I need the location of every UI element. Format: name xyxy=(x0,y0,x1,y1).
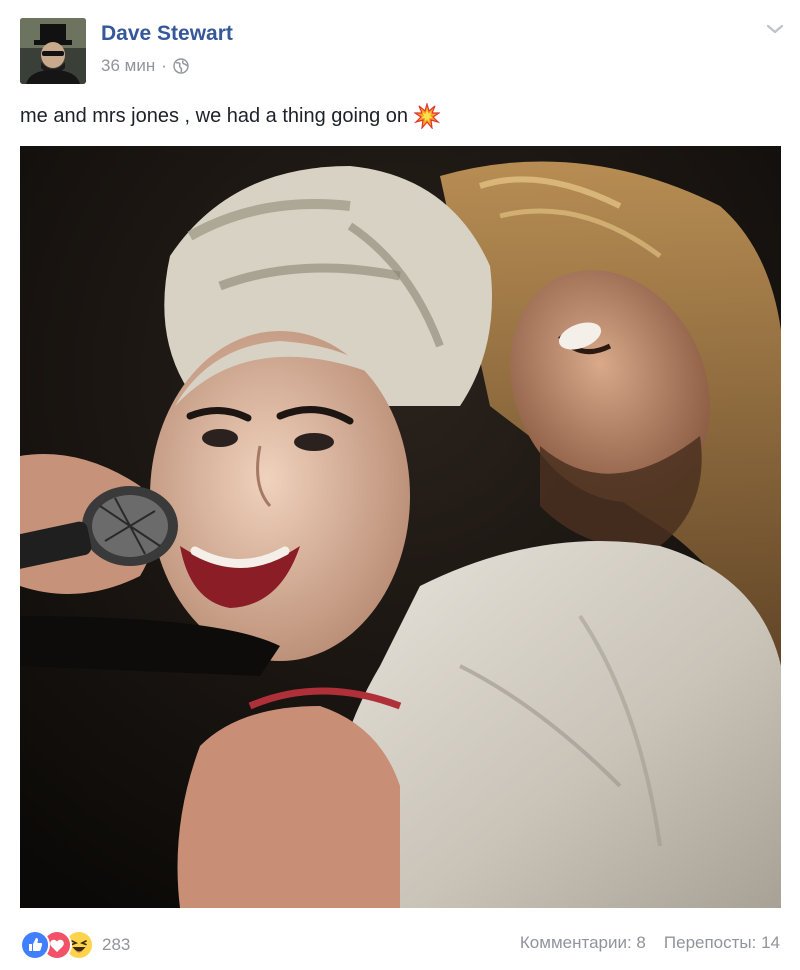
caption-text: me and mrs jones , we had a thing going … xyxy=(20,104,409,127)
reactions-summary[interactable]: 283 xyxy=(20,930,130,960)
meta-separator: · xyxy=(161,56,167,75)
post-stats: Комментарии: 8 Перепосты: 14 xyxy=(520,933,780,953)
avatar-image xyxy=(20,18,86,84)
post-meta: 36 мин · xyxy=(101,56,189,76)
shares-count-link[interactable]: Перепосты: 14 xyxy=(664,933,780,952)
author-avatar[interactable] xyxy=(20,18,86,84)
post-caption: me and mrs jones , we had a thing going … xyxy=(20,101,442,130)
comments-count-link[interactable]: Комментарии: 8 xyxy=(520,933,646,952)
post-footer: 283 Комментарии: 8 Перепосты: 14 xyxy=(0,920,800,964)
author-name[interactable]: Dave Stewart xyxy=(101,22,233,46)
chevron-down-icon[interactable] xyxy=(766,22,784,34)
concert-photo xyxy=(20,146,781,908)
like-reaction-icon xyxy=(20,930,50,960)
feed-post: Dave Stewart 36 мин · me and mrs jones ,… xyxy=(0,0,800,970)
reaction-count[interactable]: 283 xyxy=(102,935,130,955)
globe-icon[interactable] xyxy=(173,58,189,74)
collision-emoji-icon xyxy=(413,101,442,130)
post-photo[interactable] xyxy=(20,146,781,908)
post-timestamp[interactable]: 36 мин xyxy=(101,56,155,76)
